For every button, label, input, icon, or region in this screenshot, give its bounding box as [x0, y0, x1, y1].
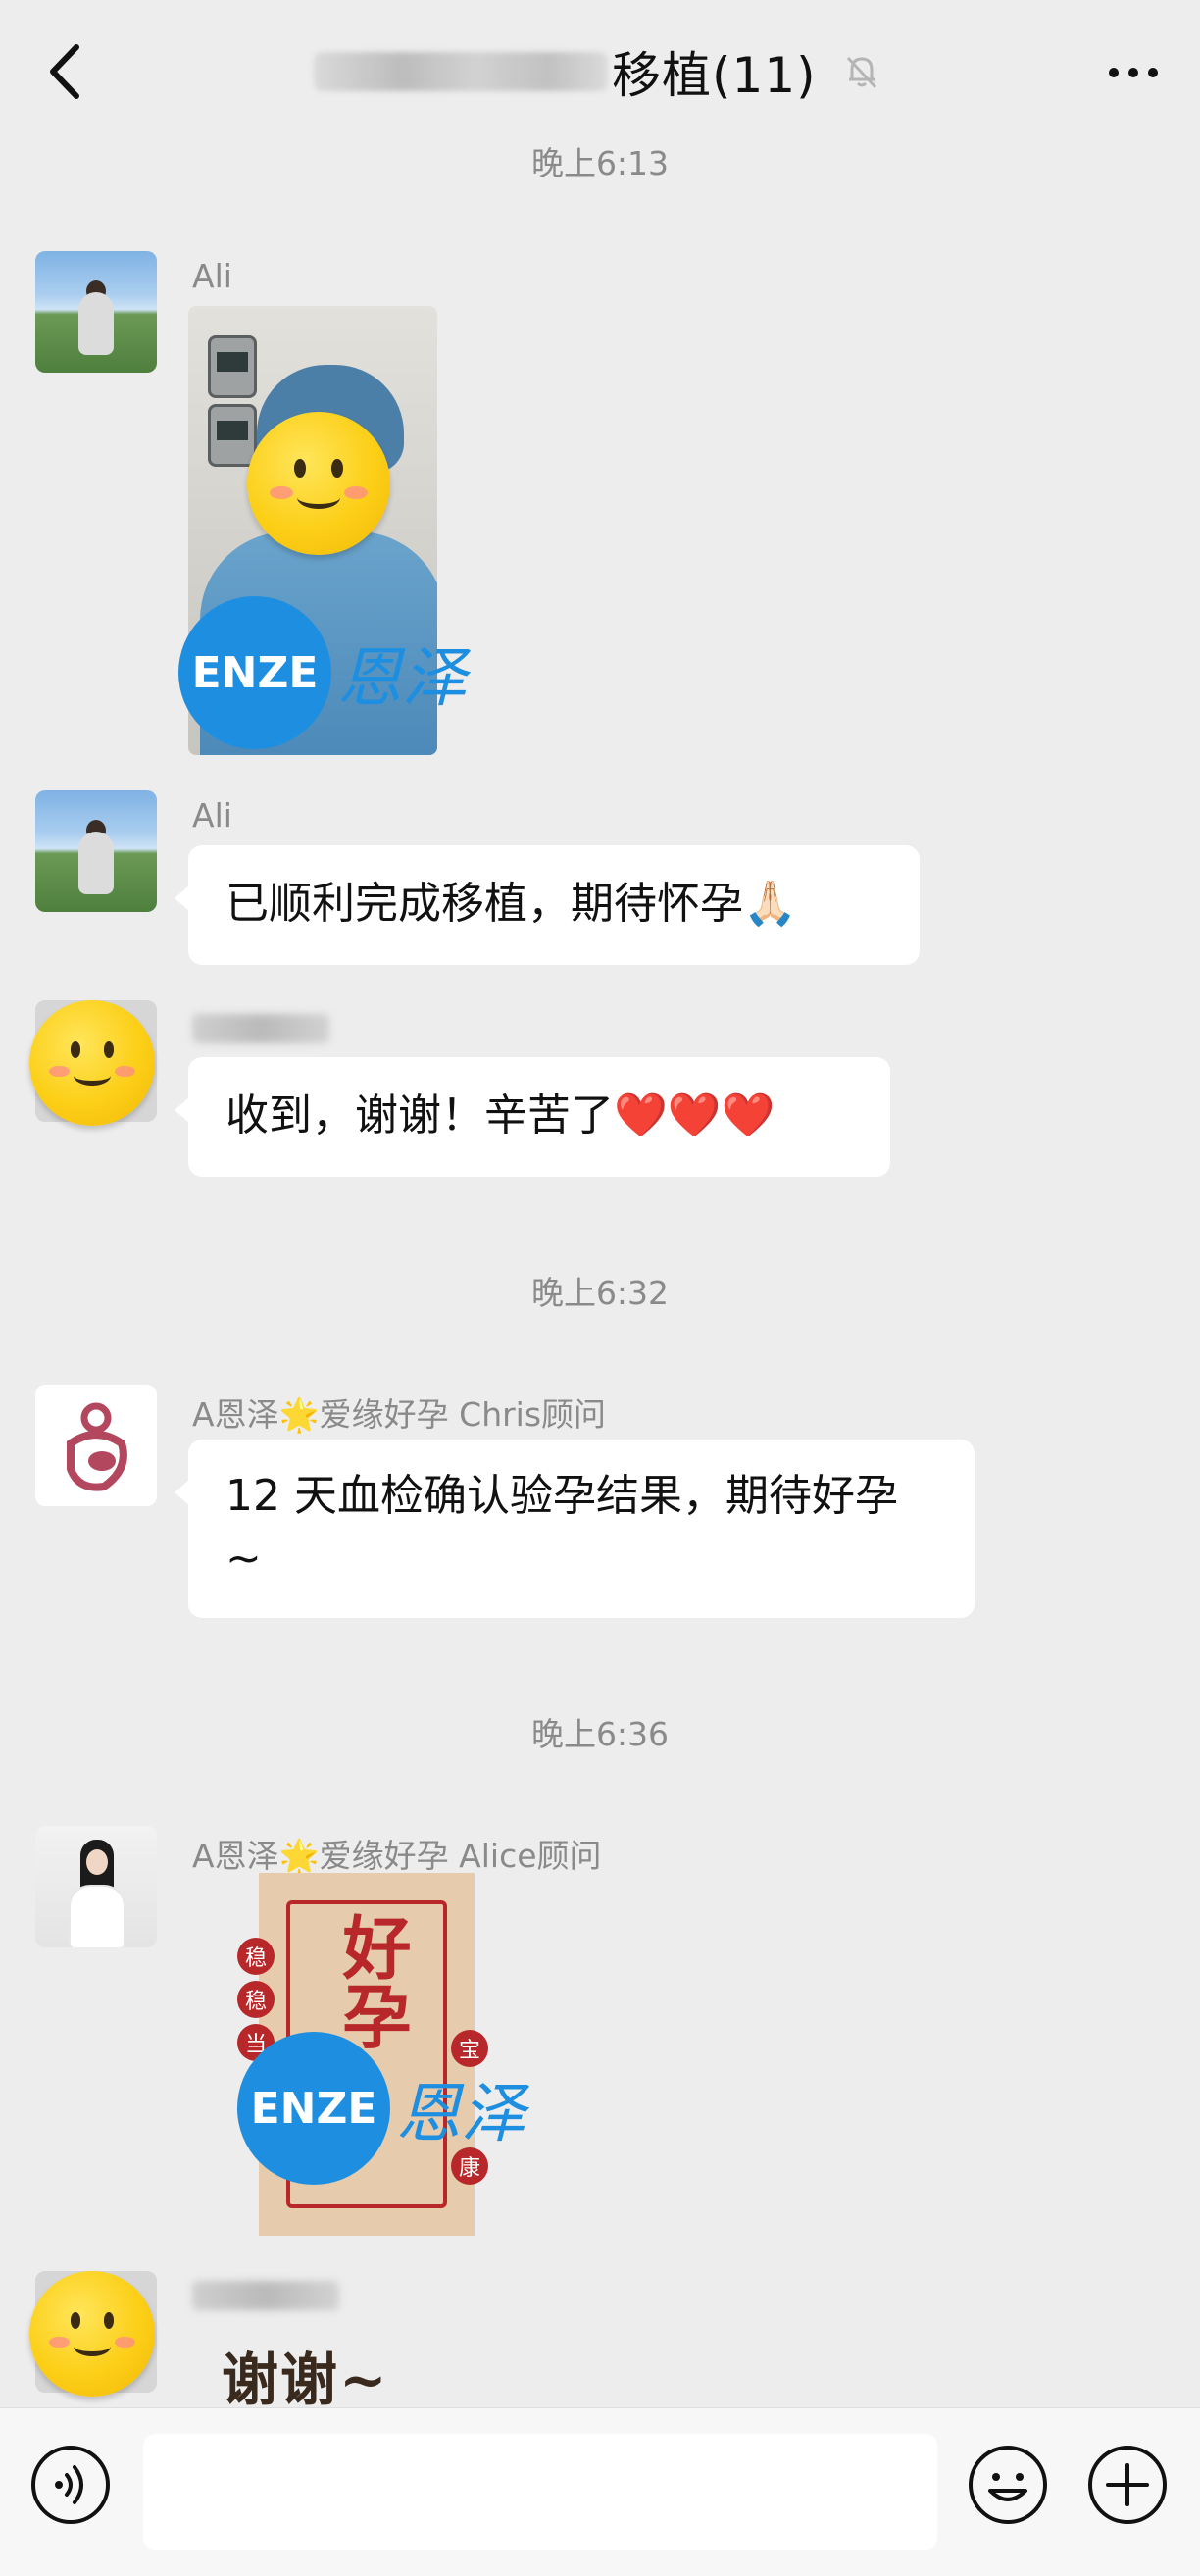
smiley-face-icon — [247, 412, 390, 555]
sticker-main-text: 好孕 — [331, 1912, 413, 2049]
sender-name: A恩泽🌟爱缘好孕 Alice顾问 — [192, 1837, 602, 1875]
timestamp: 晚上6:32 — [530, 1274, 670, 1312]
avatar-alice[interactable] — [35, 1826, 157, 1947]
text-message-bubble[interactable]: 收到，谢谢！辛苦了❤️❤️❤️ — [175, 1057, 890, 1177]
bell-muted-icon — [846, 56, 876, 89]
blurred-sender-name — [192, 1014, 329, 1043]
voice-icon[interactable] — [29, 2444, 112, 2526]
input-bar — [0, 2407, 1200, 2576]
text-message-bubble[interactable]: 已顺利完成移植，期待怀孕🙏🏻 — [175, 845, 920, 965]
enze-watermark: ENZE 恩泽 — [237, 2032, 525, 2185]
enze-watermark: ENZE 恩泽 — [178, 596, 467, 749]
chevron-left-icon[interactable] — [39, 37, 98, 106]
avatar-ali[interactable] — [35, 251, 157, 373]
timestamp: 晚上6:36 — [530, 1715, 670, 1753]
timestamp: 晚上6:13 — [530, 144, 670, 182]
blurred-sender-name — [192, 2281, 339, 2310]
sender-name: Ali — [192, 257, 232, 295]
text-message-bubble[interactable]: 12 天血检确认验孕结果，期待好孕 ~ — [175, 1440, 975, 1618]
sticker-seal: 稳 — [237, 1981, 275, 2018]
chat-header: 移植(11) — [0, 0, 1200, 139]
plus-circle-icon[interactable] — [1086, 2444, 1169, 2526]
smiley-face-icon — [29, 1000, 155, 1126]
chat-title: 移植(11) — [314, 37, 883, 106]
sender-name: A恩泽🌟爱缘好孕 Chris顾问 — [192, 1395, 607, 1434]
mother-baby-logo-icon — [67, 1402, 127, 1491]
enze-logo: ENZE — [237, 2032, 390, 2185]
enze-logo: ENZE — [178, 596, 331, 749]
smiley-face-icon — [29, 2271, 155, 2397]
emoji-icon[interactable] — [967, 2444, 1049, 2526]
more-horizontal-icon[interactable] — [1102, 43, 1165, 102]
enze-watermark-text: 恩泽 — [396, 2076, 525, 2151]
sender-name: Ali — [192, 796, 232, 834]
message-input[interactable] — [143, 2434, 937, 2550]
enze-watermark-text: 恩泽 — [337, 640, 467, 716]
thanks-sticker[interactable]: 谢谢~ — [222, 2334, 389, 2416]
avatar-ali[interactable] — [35, 790, 157, 912]
avatar-chris[interactable] — [35, 1385, 157, 1506]
chat-title-text: 移植(11) — [612, 47, 817, 104]
sticker-seal: 稳 — [237, 1938, 275, 1975]
blurred-title-part — [314, 52, 608, 91]
